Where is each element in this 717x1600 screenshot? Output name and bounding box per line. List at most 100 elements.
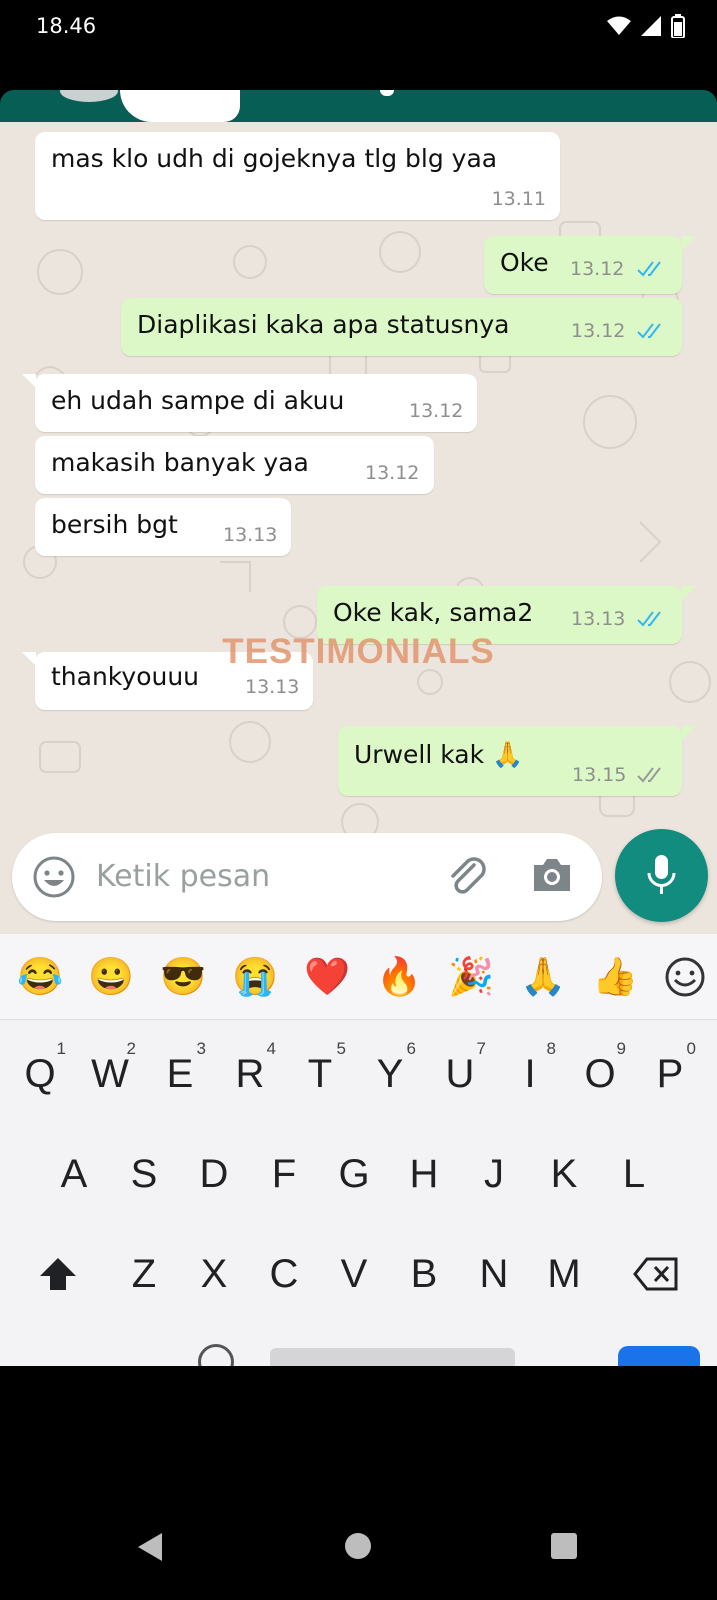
key-z[interactable]: Z <box>116 1234 172 1314</box>
key-label: H <box>409 1152 439 1196</box>
key-r[interactable]: R4 <box>222 1034 278 1114</box>
key-number-hint: 5 <box>336 1039 346 1058</box>
key-v[interactable]: V <box>326 1234 382 1314</box>
message-time: 13.12 <box>365 462 420 484</box>
message-time: 13.12 <box>409 400 464 422</box>
message-outgoing[interactable]: Oke 13.12 <box>484 236 682 294</box>
key-b[interactable]: B <box>396 1234 452 1314</box>
key-label: N <box>479 1252 509 1296</box>
key-i[interactable]: I8 <box>502 1034 558 1114</box>
key-number-hint: 0 <box>686 1039 696 1058</box>
key-label: R <box>235 1052 265 1096</box>
key-p[interactable]: P0 <box>642 1034 698 1114</box>
message-time: 13.13 <box>223 524 278 546</box>
emoji-suggestion[interactable]: 🔥 <box>374 952 424 1002</box>
key-label: M <box>547 1252 581 1296</box>
message-outgoing[interactable]: Diaplikasi kaka apa statusnya 13.12 <box>121 298 682 356</box>
key-q[interactable]: Q1 <box>12 1034 68 1114</box>
message-text: bersih bgt <box>51 510 178 539</box>
message-incoming[interactable]: eh udah sampe di akuu 13.12 <box>35 374 477 432</box>
emoji-suggestion[interactable]: 🎉 <box>446 952 496 1002</box>
attach-icon[interactable] <box>444 853 490 904</box>
key-label: E <box>166 1052 194 1096</box>
key-m[interactable]: M <box>536 1234 592 1314</box>
delivered-receipt-icon <box>637 767 661 783</box>
recents-icon[interactable] <box>551 1533 577 1559</box>
camera-icon[interactable] <box>530 855 574 900</box>
shift-key[interactable] <box>30 1234 86 1314</box>
key-number-hint: 2 <box>126 1039 136 1058</box>
key-f[interactable]: F <box>256 1134 312 1214</box>
read-receipt-icon <box>637 323 661 339</box>
message-text: Oke kak, sama2 <box>333 598 534 627</box>
mic-icon <box>647 855 676 894</box>
emoji-suggestion[interactable]: 😎 <box>158 952 208 1002</box>
key-s[interactable]: S <box>116 1134 172 1214</box>
key-label: L <box>622 1152 646 1196</box>
emoji-suggestion[interactable]: ❤️ <box>302 952 352 1002</box>
key-j[interactable]: J <box>466 1134 522 1214</box>
key-h[interactable]: H <box>396 1134 452 1214</box>
key-g[interactable]: G <box>326 1134 382 1214</box>
key-number-hint: 9 <box>616 1039 626 1058</box>
message-outgoing[interactable]: Urwell kak 🙏 13.15 <box>338 726 682 796</box>
message-text: Oke <box>500 248 549 277</box>
message-text: Diaplikasi kaka apa statusnya <box>137 310 510 339</box>
key-u[interactable]: U7 <box>432 1034 488 1114</box>
key-label: O <box>584 1052 616 1096</box>
watermark-text: TESTIMONIALS <box>222 632 495 671</box>
avatar[interactable] <box>60 90 118 102</box>
message-time: 13.15 <box>572 764 627 786</box>
key-label: P <box>656 1052 684 1096</box>
key-label: T <box>307 1052 333 1096</box>
backspace-key[interactable] <box>628 1234 684 1314</box>
read-receipt-icon <box>637 611 661 627</box>
mic-button[interactable] <box>615 829 708 922</box>
bubble-tail <box>22 374 36 388</box>
key-label: C <box>269 1252 299 1296</box>
back-icon[interactable] <box>136 1531 164 1568</box>
status-icons <box>607 14 685 43</box>
emoji-suggestion[interactable]: 😀 <box>86 952 136 1002</box>
key-x[interactable]: X <box>186 1234 242 1314</box>
bubble-tail <box>682 726 696 740</box>
message-input[interactable] <box>96 853 416 899</box>
message-time: 13.13 <box>571 608 626 630</box>
shift-icon <box>40 1258 76 1290</box>
message-incoming[interactable]: bersih bgt 13.13 <box>35 498 291 556</box>
message-time: 13.11 <box>491 188 546 210</box>
emoji-suggestion[interactable]: 😂 <box>15 952 65 1002</box>
key-number-hint: 6 <box>406 1039 416 1058</box>
key-o[interactable]: O9 <box>572 1034 628 1114</box>
key-label: K <box>550 1152 578 1196</box>
key-label: W <box>91 1052 129 1096</box>
key-n[interactable]: N <box>466 1234 522 1314</box>
key-a[interactable]: A <box>46 1134 102 1214</box>
key-label: U <box>445 1052 475 1096</box>
message-composer <box>12 833 602 921</box>
message-incoming[interactable]: mas klo udh di gojeknya tlg blg yaa 13.1… <box>35 132 560 220</box>
key-k[interactable]: K <box>536 1134 592 1214</box>
emoji-suggestion[interactable]: 🙏 <box>518 952 568 1002</box>
emoji-suggestion[interactable]: 😭 <box>230 952 280 1002</box>
emoji-keyboard-icon[interactable] <box>664 956 706 1003</box>
key-c[interactable]: C <box>256 1234 312 1314</box>
key-e[interactable]: E3 <box>152 1034 208 1114</box>
key-w[interactable]: W2 <box>82 1034 138 1114</box>
key-label: G <box>338 1152 370 1196</box>
emoji-suggestion[interactable]: 👍 <box>590 952 640 1002</box>
key-label: D <box>199 1152 229 1196</box>
key-t[interactable]: T5 <box>292 1034 348 1114</box>
emoji-icon[interactable] <box>32 855 76 904</box>
chat-area[interactable]: mas klo udh di gojeknya tlg blg yaa 13.1… <box>0 122 717 934</box>
key-l[interactable]: L <box>606 1134 662 1214</box>
key-label: S <box>130 1152 158 1196</box>
key-d[interactable]: D <box>186 1134 242 1214</box>
message-incoming[interactable]: makasih banyak yaa 13.12 <box>35 436 434 494</box>
home-icon[interactable] <box>345 1533 371 1559</box>
key-y[interactable]: Y6 <box>362 1034 418 1114</box>
navigation-bar <box>0 1366 717 1600</box>
key-label: X <box>200 1252 228 1296</box>
chat-header[interactable] <box>0 90 717 122</box>
key-label: F <box>271 1152 297 1196</box>
